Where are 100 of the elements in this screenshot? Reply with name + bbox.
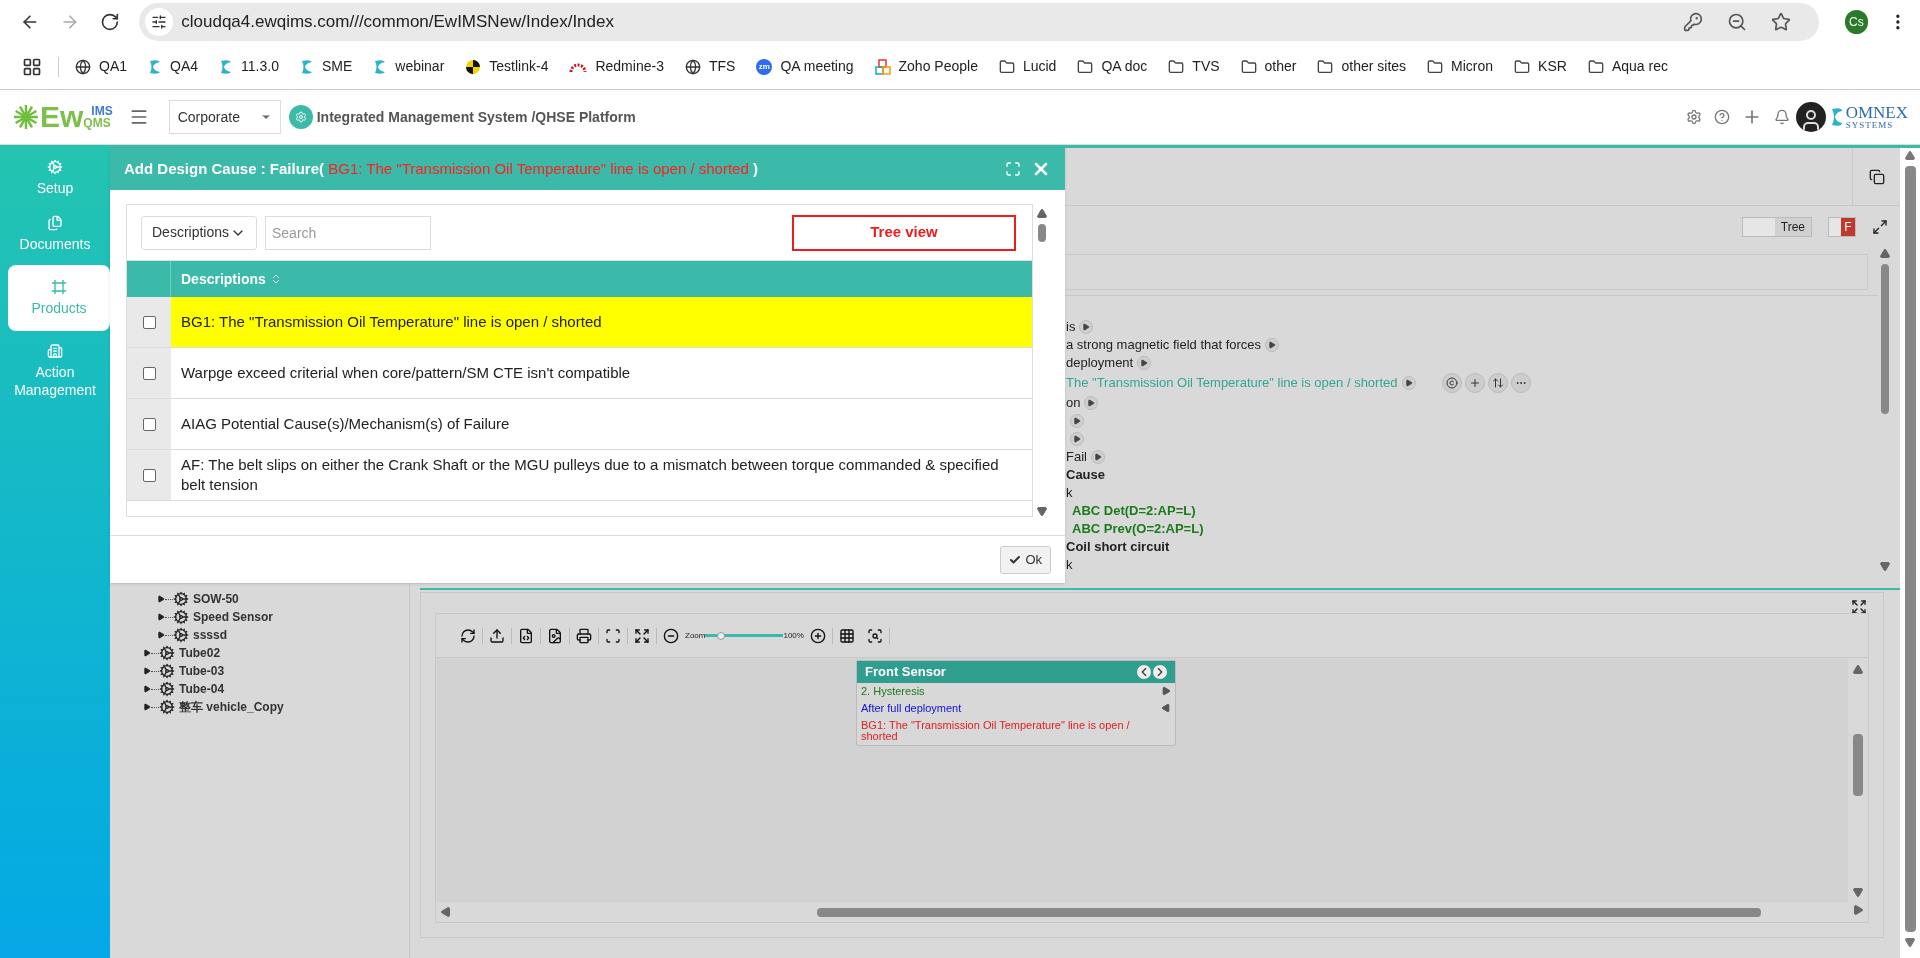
slider-thumb[interactable] <box>717 631 726 640</box>
grid-icon[interactable] <box>838 627 855 644</box>
help-icon[interactable] <box>1713 109 1730 125</box>
map-node[interactable]: Fail <box>1066 447 1087 467</box>
next-icon[interactable] <box>1153 665 1167 679</box>
bookmark-link[interactable]: QA1 <box>99 56 127 77</box>
scroll-up-icon[interactable] <box>1852 664 1864 676</box>
fit-screen-icon[interactable] <box>605 627 621 644</box>
map-node[interactable]: on <box>1066 393 1081 413</box>
upload-icon[interactable] <box>489 627 505 644</box>
map-node[interactable]: is <box>1066 317 1076 337</box>
bookmark-link[interactable]: Lucid <box>1022 56 1057 77</box>
row-checkbox[interactable] <box>142 366 156 380</box>
bookmark-link[interactable]: Zoho People <box>898 56 978 77</box>
bookmark-link[interactable]: Redmine-3 <box>595 56 664 77</box>
copyright-icon[interactable] <box>1441 373 1462 393</box>
flag-toggle[interactable]: F <box>1828 217 1856 237</box>
card-item[interactable]: After full deployment <box>861 703 1161 714</box>
scrollbar-thumb[interactable] <box>1038 224 1046 242</box>
right-arrow-icon[interactable] <box>1161 686 1171 696</box>
zoom-out-icon[interactable] <box>663 627 679 644</box>
scroll-left-icon[interactable] <box>440 906 452 918</box>
bookmark-link[interactable]: KSR <box>1538 56 1567 77</box>
map-node[interactable]: a strong magnetic field that forces <box>1066 335 1262 355</box>
map-node[interactable]: k <box>1066 555 1073 575</box>
zoom-out-icon[interactable] <box>1726 12 1747 32</box>
expand-arrow-icon[interactable] <box>143 667 151 675</box>
expand-arrow-icon[interactable] <box>143 685 151 693</box>
scroll-down-icon[interactable] <box>1904 936 1916 948</box>
expand-arrow-icon[interactable] <box>143 703 151 711</box>
bookmark-link[interactable]: SME <box>321 56 353 77</box>
tree-item[interactable]: Tube-03 <box>179 662 225 680</box>
zoom-search-icon[interactable] <box>866 627 883 644</box>
scroll-up-icon[interactable] <box>1879 248 1891 260</box>
tree-toggle[interactable]: Tree <box>1742 217 1812 237</box>
expand-icon[interactable] <box>1872 219 1888 235</box>
key-icon[interactable] <box>1682 12 1703 32</box>
tree-item[interactable]: SOW-50 <box>193 590 239 608</box>
bookmark-link[interactable]: QA4 <box>170 56 199 77</box>
left-arrow-icon[interactable] <box>1161 703 1171 713</box>
svg-file-icon[interactable] <box>518 627 534 644</box>
bookmark-link[interactable]: webinar <box>395 56 445 77</box>
apps-icon[interactable] <box>22 56 42 77</box>
scroll-down-icon[interactable] <box>1852 886 1864 898</box>
scroll-right-icon[interactable] <box>1852 904 1864 916</box>
map-node[interactable]: ABC Prev(O=2:AP=L) <box>1072 519 1204 539</box>
copy-icon[interactable] <box>1868 168 1885 185</box>
card-item[interactable]: 2. Hysteresis <box>861 686 1161 697</box>
tree-view-button[interactable]: Tree view <box>792 214 1016 251</box>
map-node[interactable]: Coil short circuit <box>1066 537 1170 557</box>
scrollbar-thumb[interactable] <box>817 907 1761 917</box>
bookmark-link[interactable]: other sites <box>1341 56 1407 77</box>
previous-icon[interactable] <box>1137 665 1151 679</box>
expand-arrows-icon[interactable] <box>634 627 650 644</box>
tree-item[interactable]: Tube-04 <box>179 680 225 698</box>
tree-item[interactable]: Tube02 <box>179 644 221 662</box>
site-info-icon[interactable] <box>145 8 174 36</box>
ok-button[interactable]: Ok <box>1000 545 1051 574</box>
expand-arrow-icon[interactable] <box>157 595 165 603</box>
expand-arrow-icon[interactable] <box>143 649 151 657</box>
bookmark-link[interactable]: QA doc <box>1101 56 1148 77</box>
filter-select[interactable]: Descriptions <box>141 215 257 250</box>
bookmark-link[interactable]: Testlink-4 <box>489 56 549 77</box>
address-bar[interactable]: cloudqa4.ewqims.com///common/EwIMSNew/Index/Index <box>139 3 1819 41</box>
scrollbar-thumb[interactable] <box>1853 734 1863 796</box>
bookmark-link[interactable]: other <box>1264 56 1297 77</box>
tree-item[interactable]: Speed Sensor <box>193 608 274 626</box>
search-field[interactable]: Search <box>265 215 431 250</box>
zoom-in-icon[interactable] <box>809 627 826 644</box>
bell-icon[interactable] <box>1773 109 1790 125</box>
expand-arrow-icon[interactable] <box>157 631 165 639</box>
row-checkbox[interactable] <box>142 468 156 482</box>
map-node[interactable]: k <box>1066 483 1073 503</box>
node-card[interactable]: Front Sensor 2. Hysteresis After full deployment BG1: The "Transmission Oil Temperature" line is open / shorted <box>856 660 1176 746</box>
bookmark-link[interactable]: TFS <box>708 56 736 77</box>
zoom-slider[interactable] <box>705 630 784 641</box>
scroll-down-icon[interactable] <box>1036 505 1048 517</box>
print-icon[interactable] <box>576 627 592 644</box>
expand-icon[interactable] <box>1851 599 1867 615</box>
reload-icon[interactable] <box>99 12 120 32</box>
map-node[interactable]: ABC Det(D=2:AP=L) <box>1072 501 1196 521</box>
refresh-icon[interactable] <box>460 627 476 644</box>
bookmark-link[interactable]: 11.3.0 <box>241 56 279 77</box>
scroll-down-icon[interactable] <box>1879 560 1891 572</box>
map-node[interactable]: deployment <box>1066 353 1134 373</box>
bookmark-link[interactable]: TVS <box>1192 56 1220 77</box>
user-avatar[interactable] <box>1795 102 1826 132</box>
row-checkbox[interactable] <box>142 315 156 329</box>
scroll-up-icon[interactable] <box>1036 208 1048 220</box>
site-select[interactable]: Corporate <box>168 100 281 134</box>
map-node[interactable]: Cause <box>1066 465 1106 485</box>
sort-button[interactable] <box>1487 373 1508 393</box>
profile-avatar[interactable]: Cs <box>1844 10 1869 34</box>
bookmark-link[interactable]: Aqua rec <box>1611 56 1668 77</box>
scrollbar-thumb[interactable] <box>1881 264 1889 414</box>
scroll-up-icon[interactable] <box>1904 150 1916 162</box>
tree-item[interactable]: 整车 vehicle_Copy <box>179 698 284 716</box>
row-checkbox[interactable] <box>142 417 156 431</box>
bookmark-link[interactable]: QA meeting <box>780 56 854 77</box>
bookmark-link[interactable]: Micron <box>1451 56 1494 77</box>
